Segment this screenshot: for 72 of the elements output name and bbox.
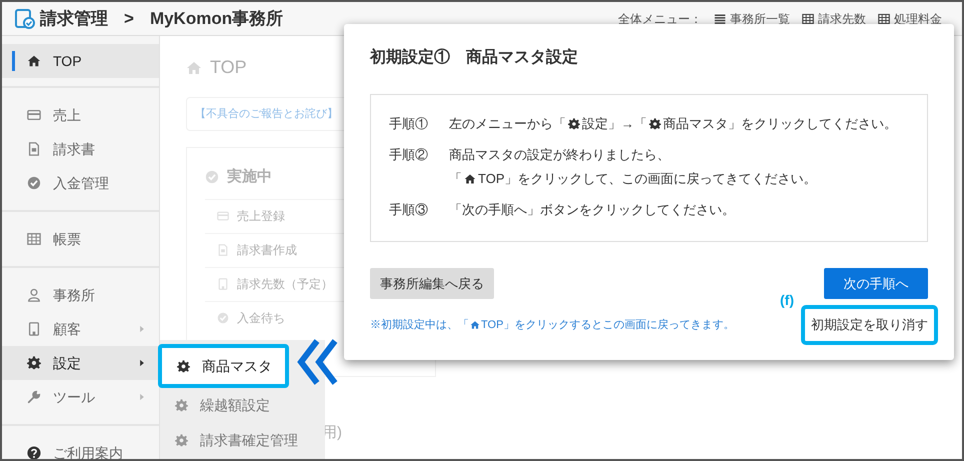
step-text: TOP」をクリックして、この画面に戻ってきてください。 bbox=[478, 170, 816, 188]
card-icon bbox=[27, 108, 41, 122]
sidebar-label: TOP bbox=[53, 52, 82, 70]
user-icon bbox=[27, 288, 41, 302]
building-icon bbox=[27, 322, 41, 336]
header-menu-link[interactable]: 請求先数 bbox=[802, 10, 866, 28]
menu-label: 全体メニュー： bbox=[618, 11, 702, 28]
sidebar-item[interactable]: ツール bbox=[2, 380, 159, 414]
sidebar-item[interactable]: 請求書 bbox=[2, 132, 159, 166]
sidebar-label: 売上 bbox=[53, 106, 81, 124]
home-icon bbox=[470, 320, 480, 330]
sidebar-label: ツール bbox=[53, 388, 95, 406]
building-icon bbox=[217, 278, 229, 290]
cancel-link[interactable]: 初期設定を取り消す bbox=[801, 305, 938, 344]
sidebar-item[interactable]: 顧客 bbox=[2, 312, 159, 346]
step-text: 左のメニューから「 bbox=[449, 115, 566, 133]
submenu-item[interactable]: 商品マスタ bbox=[158, 344, 289, 388]
check-circle-icon bbox=[217, 312, 229, 324]
sidebar-label: 帳票 bbox=[53, 230, 81, 248]
sidebar-item[interactable]: 入金管理 bbox=[2, 166, 159, 200]
sidebar-label: 顧客 bbox=[53, 320, 81, 338]
gear-icon bbox=[177, 360, 190, 372]
gear-icon bbox=[27, 356, 41, 370]
step-label: 手順① bbox=[389, 115, 429, 133]
step-text: 「 bbox=[449, 170, 462, 188]
back-button[interactable]: 事務所編集へ戻る bbox=[370, 268, 494, 299]
sidebar-label: 事務所 bbox=[53, 286, 95, 304]
app-title: 請求管理 bbox=[40, 8, 108, 30]
sidebar-item[interactable]: 事務所 bbox=[2, 278, 159, 312]
gear-icon bbox=[175, 434, 188, 447]
check-circle-icon bbox=[205, 170, 219, 184]
document-icon bbox=[27, 142, 41, 156]
sidebar-label: 請求書 bbox=[53, 140, 95, 158]
gear-icon bbox=[175, 399, 188, 412]
step-label: 手順② bbox=[389, 146, 429, 164]
dialog-title: 初期設定① 商品マスタ設定 bbox=[370, 47, 579, 68]
note-text: ※初期設定中は、「 bbox=[370, 318, 469, 333]
app-logo-icon bbox=[14, 8, 36, 30]
submenu-item[interactable]: 請求書確定管理 bbox=[160, 423, 325, 458]
annotation-label: (f) bbox=[780, 291, 794, 310]
card-icon bbox=[217, 210, 229, 222]
submenu-item[interactable]: 繰越額設定 bbox=[160, 388, 325, 423]
step-text: 商品マスタの設定が終わりましたら、 bbox=[449, 146, 670, 164]
card-title: 実施中 bbox=[227, 167, 272, 187]
sidebar-item[interactable]: 帳票 bbox=[2, 222, 159, 256]
check-circle-icon bbox=[27, 176, 41, 190]
document-icon bbox=[217, 244, 229, 256]
next-button[interactable]: 次の手順へ bbox=[824, 268, 928, 299]
sidebar-label: 入金管理 bbox=[53, 174, 109, 192]
sidebar-label: 設定 bbox=[53, 354, 81, 372]
breadcrumb-separator: > bbox=[124, 8, 134, 30]
gear-icon bbox=[649, 118, 661, 130]
wrench-icon bbox=[27, 390, 41, 404]
list-icon bbox=[714, 13, 726, 25]
step-text: 設定」→「 bbox=[582, 115, 647, 133]
home-icon bbox=[186, 60, 202, 76]
step-label: 手順③ bbox=[389, 200, 429, 218]
table-icon bbox=[802, 13, 814, 25]
sidebar-item[interactable]: 売上 bbox=[2, 98, 159, 132]
page-title: TOP bbox=[210, 56, 247, 79]
office-name: MyKomon事務所 bbox=[150, 8, 284, 30]
step-text: 商品マスタ」をクリックしてください。 bbox=[663, 115, 897, 133]
home-icon bbox=[464, 172, 476, 185]
home-icon bbox=[27, 54, 41, 68]
sidebar-item[interactable]: TOP bbox=[2, 44, 159, 78]
table-icon bbox=[27, 232, 41, 246]
table-icon bbox=[878, 13, 890, 25]
header-menu-link[interactable]: 事務所一覧 bbox=[714, 10, 790, 28]
sidebar-item[interactable]: 設定 bbox=[2, 346, 159, 380]
note-text: TOP」をクリックするとこの画面に戻ってきます。 bbox=[481, 318, 734, 333]
gear-icon bbox=[568, 118, 580, 130]
step-text: 「次の手順へ」ボタンをクリックしてください。 bbox=[449, 200, 735, 218]
